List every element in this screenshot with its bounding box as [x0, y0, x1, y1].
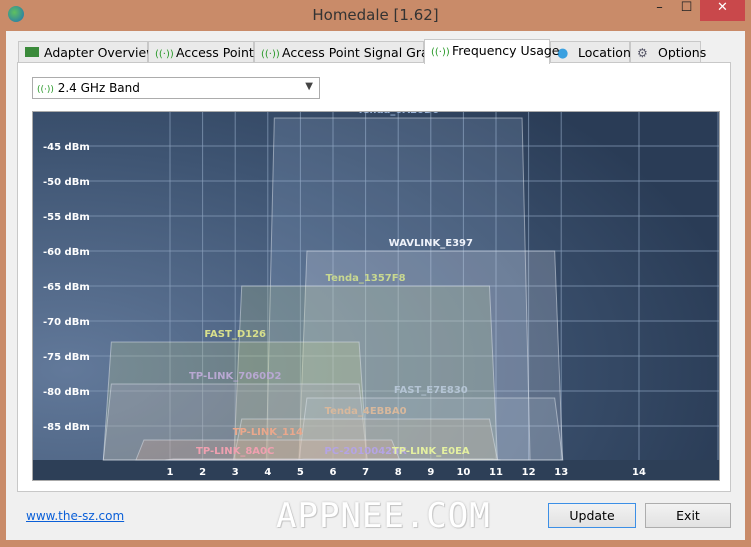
network-label: TP-LINK_E0EA: [392, 446, 470, 457]
options-icon: ⚙: [637, 46, 648, 60]
x-tick-label: 9: [427, 467, 434, 478]
close-button[interactable]: ✕: [700, 0, 745, 21]
website-link[interactable]: www.the-sz.com: [26, 509, 124, 523]
update-button[interactable]: Update: [548, 503, 636, 528]
x-tick-label: 11: [489, 467, 503, 478]
x-tick-label: 5: [297, 467, 304, 478]
y-tick-label: -80 dBm: [43, 387, 90, 398]
y-tick-label: -60 dBm: [43, 247, 90, 258]
tab-options[interactable]: ⚙ Options: [630, 41, 706, 63]
x-tick-label: 13: [554, 467, 568, 478]
x-tick-label: 12: [522, 467, 536, 478]
tab-label: Options: [658, 45, 707, 60]
frequency-chart-svg: -45 dBm -50 dBm -55 dBm -60 dBm -65 dBm -70 d…: [33, 105, 719, 480]
network-label: Tenda_0A20D0: [357, 112, 439, 116]
network-label: TP-LINK_8A0C: [196, 446, 274, 457]
network-label: FAST_D126: [204, 329, 266, 340]
x-tick-label: 4: [264, 467, 271, 478]
band-select-value: 2.4 GHz Band: [57, 81, 140, 95]
antenna-icon: ((·)): [431, 47, 450, 58]
network-label: Tenda_4EBBA0: [325, 406, 407, 417]
y-tick-label: -50 dBm: [43, 177, 90, 188]
x-tick-label: 14: [632, 467, 646, 478]
y-tick-label: -75 dBm: [43, 352, 90, 363]
network-label: FAST_E7E830: [394, 385, 468, 396]
network-area: [360, 458, 501, 461]
x-tick-label: 8: [395, 467, 402, 478]
x-tick-label: 3: [232, 467, 239, 478]
window-title: Homedale [1.62]: [312, 6, 439, 24]
x-tick-label: 1: [167, 467, 174, 478]
frequency-chart: -45 dBm -50 dBm -55 dBm -60 dBm -65 dBm -70 d…: [32, 105, 720, 481]
x-tick-label: 2: [199, 467, 206, 478]
maximize-button[interactable]: ☐: [673, 0, 700, 21]
y-tick-label: -65 dBm: [43, 282, 90, 293]
y-tick-label: -45 dBm: [43, 142, 90, 153]
band-select[interactable]: ((·)) 2.4 GHz Band ▼: [32, 77, 320, 99]
tab-label: Adapter Overview: [44, 45, 157, 60]
tab-frequency-usage[interactable]: ((·)) Frequency Usage: [424, 39, 560, 64]
network-label: TP-LINK_7060D2: [189, 371, 281, 382]
adapter-icon: [25, 47, 39, 57]
antenna-icon: ((·)): [37, 85, 54, 95]
y-tick-label: -70 dBm: [43, 317, 90, 328]
frequency-usage-panel: ((·)) 2.4 GHz Band ▼ -45 dBm -50 dBm -55 d…: [17, 62, 731, 492]
y-tick-label: -55 dBm: [43, 212, 90, 223]
y-tick-label: -85 dBm: [43, 422, 90, 433]
x-tick-label: 10: [456, 467, 470, 478]
tab-adapter-overview[interactable]: Adapter Overview: [18, 41, 156, 63]
chevron-down-icon: ▼: [305, 81, 313, 92]
tab-label: Access Points: [176, 45, 261, 60]
tab-label: Access Point Signal Graph: [282, 45, 445, 60]
x-tick-label: 6: [330, 467, 337, 478]
exit-button[interactable]: Exit: [645, 503, 731, 528]
network-label: Tenda_1357F8: [326, 273, 406, 284]
tab-access-points[interactable]: ((·)) Access Points: [148, 41, 260, 63]
network-label: TP-LINK_114: [233, 427, 303, 438]
x-tick-label: 7: [362, 467, 369, 478]
antenna-icon: ((·)): [155, 49, 174, 60]
minimize-button[interactable]: –: [646, 0, 673, 21]
x-axis-strip: [33, 460, 719, 480]
watermark-logo: APPNEE.COM: [276, 496, 491, 536]
network-area: [165, 458, 306, 461]
network-label: WAVLINK_E397: [389, 238, 473, 249]
tab-label: Frequency Usage: [452, 43, 560, 58]
antenna-icon: ((·)): [261, 49, 280, 60]
tab-location[interactable]: ● Location: [550, 41, 631, 63]
title-bar: Homedale [1.62] – ☐ ✕: [0, 0, 751, 31]
tab-access-point-signal-graph[interactable]: ((·)) Access Point Signal Graph: [254, 41, 445, 63]
client-area: Adapter Overview ((·)) Access Points ((·)…: [6, 31, 745, 540]
tab-label: Location: [578, 45, 631, 60]
